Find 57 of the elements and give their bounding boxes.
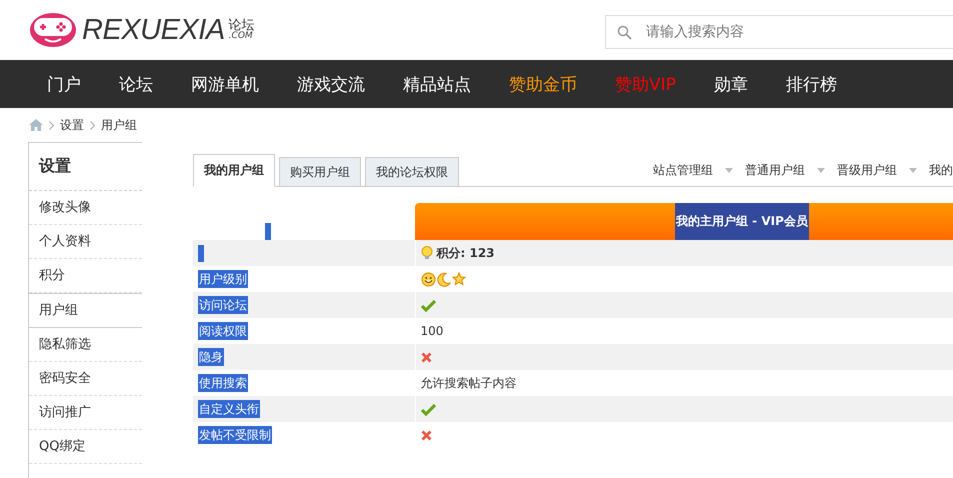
cell-value: 100	[420, 324, 444, 338]
dropdown-icon[interactable]	[725, 168, 733, 173]
gamepad-logo-icon	[28, 10, 78, 50]
nav-item[interactable]: 勋章	[694, 72, 767, 96]
nav-item[interactable]: 精品站点	[384, 72, 490, 96]
chevron-icon	[49, 120, 54, 130]
cross-icon	[420, 430, 432, 440]
group-link[interactable]: 我的	[929, 162, 953, 179]
home-icon[interactable]	[29, 119, 43, 131]
row-label: 阅读权限	[198, 322, 248, 340]
sidebar-item[interactable]: 隐私筛选	[29, 328, 142, 362]
nav-item[interactable]: 游戏交流	[278, 72, 384, 96]
tab[interactable]: 购买用户组	[279, 157, 361, 187]
moon-icon	[436, 272, 450, 286]
group-link[interactable]: 普通用户组	[745, 162, 805, 179]
sidebar-item[interactable]: 个人资料	[29, 225, 142, 259]
dropdown-icon[interactable]	[909, 168, 917, 173]
points-label: 积分: 123	[436, 244, 495, 262]
sidebar-item[interactable]: QQ绑定	[29, 430, 142, 464]
selection-highlight	[265, 223, 271, 240]
star-icon	[452, 272, 466, 286]
table-header: 我的主用户组 - VIP会员	[675, 203, 809, 240]
breadcrumb-link[interactable]: 用户组	[101, 116, 137, 134]
cell-value: 允许搜索帖子内容	[420, 374, 518, 392]
row-label: 使用搜索	[198, 374, 248, 392]
lightbulb-icon	[420, 246, 432, 260]
sidebar-item[interactable]: 密码安全	[29, 362, 142, 396]
logo-text: REXUEXIA	[82, 14, 225, 46]
row-label: 自定义头衔	[198, 400, 260, 418]
sidebar-item[interactable]: 访问推广	[29, 396, 142, 430]
breadcrumb-link[interactable]: 设置	[60, 116, 84, 134]
nav-item[interactable]: 门户	[28, 72, 100, 96]
logo-domain: .COM	[228, 32, 254, 41]
check-icon	[420, 298, 436, 312]
check-icon	[420, 402, 436, 416]
smiley-icon	[420, 272, 436, 286]
cross-icon	[420, 352, 432, 362]
logo-suffix: 论坛	[228, 19, 255, 32]
dropdown-icon[interactable]	[817, 168, 825, 173]
nav-item[interactable]: 网游单机	[172, 72, 278, 96]
group-link[interactable]: 站点管理组	[653, 162, 713, 179]
sidebar-title: 设置	[29, 143, 142, 191]
row-label: 隐身	[198, 348, 224, 366]
sidebar-item[interactable]: 修改头像	[29, 191, 142, 225]
row-label: 用户级别	[198, 270, 248, 288]
tab[interactable]: 我的用户组	[193, 154, 275, 187]
group-link[interactable]: 晋级用户组	[837, 162, 897, 179]
tab[interactable]: 我的论坛权限	[365, 157, 459, 187]
row-label: 访问论坛	[198, 296, 248, 314]
nav-item[interactable]: 赞助金币	[490, 72, 596, 96]
nav-item[interactable]: 论坛	[100, 72, 172, 96]
search-field[interactable]: 请输入搜索内容	[605, 15, 953, 49]
row-label: 发帖不受限制	[198, 426, 272, 444]
selection-highlight	[198, 244, 204, 262]
chevron-icon	[90, 120, 95, 130]
sidebar-item[interactable]: 用户组	[29, 293, 142, 328]
nav-item[interactable]: 排行榜	[766, 72, 856, 96]
